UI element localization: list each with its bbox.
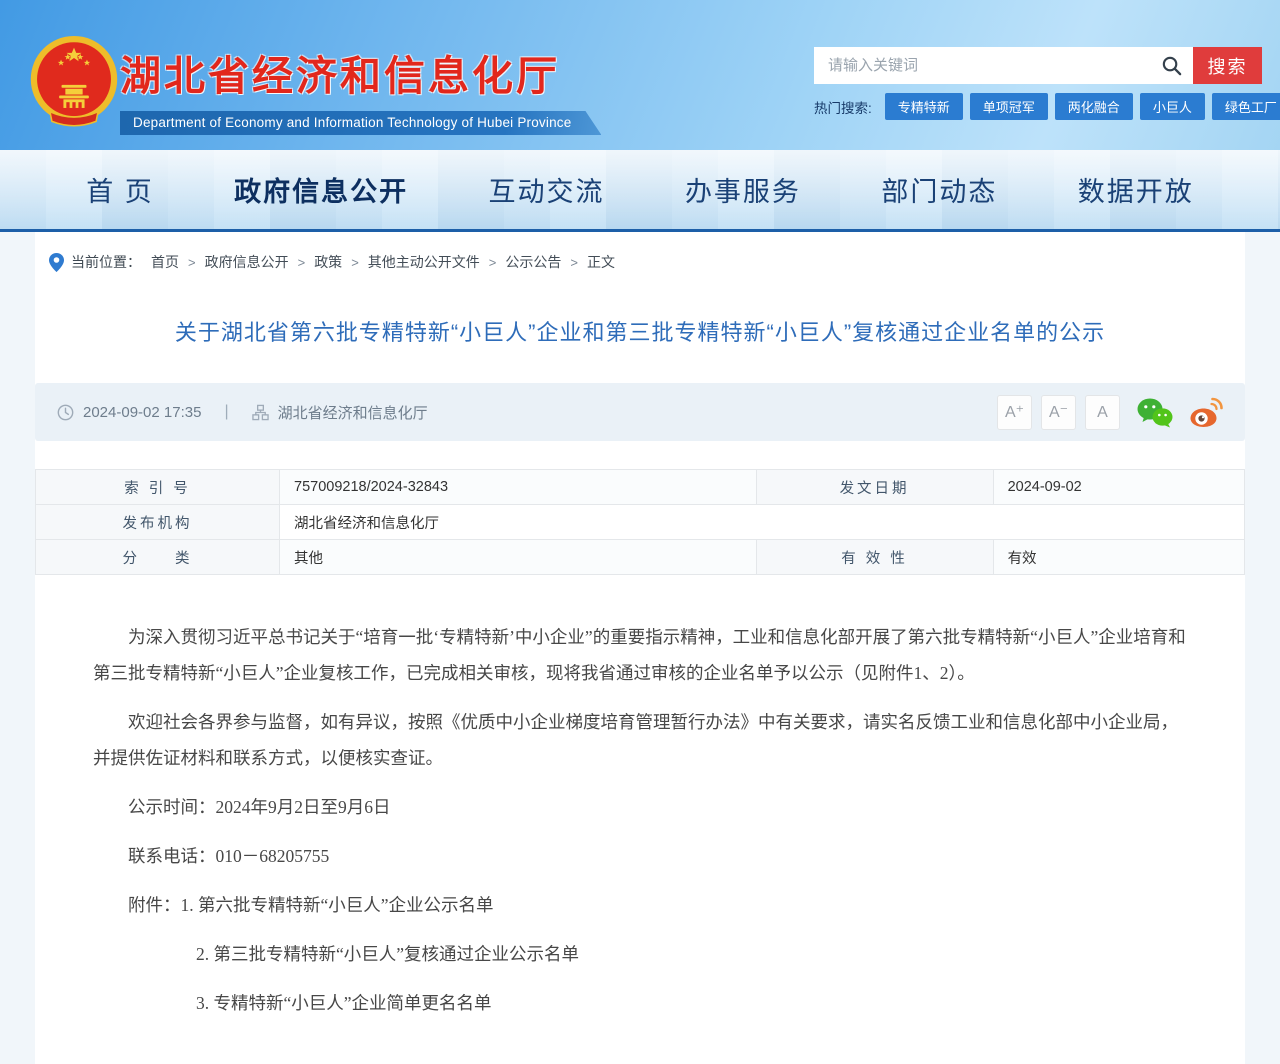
- breadcrumb-item-announcements[interactable]: 公示公告: [505, 252, 561, 272]
- search-input[interactable]: [814, 47, 1193, 84]
- breadcrumb-item-other-open-docs[interactable]: 其他主动公开文件: [368, 252, 480, 272]
- font-size-decrease-button[interactable]: A⁻: [1041, 395, 1076, 430]
- table-row: 索 引 号 757009218/2024-32843 发文日期 2024-09-…: [36, 470, 1245, 505]
- attachment-item-2[interactable]: 2. 第三批专精特新“小巨人”复核通过企业公示名单: [93, 936, 1187, 972]
- hot-tag-lvsegongchang[interactable]: 绿色工厂: [1212, 93, 1280, 120]
- breadcrumb-label: 当前位置：: [71, 252, 141, 272]
- category-label: 分 类: [36, 540, 280, 575]
- publisher-label: 发布机构: [36, 505, 280, 540]
- font-size-increase-button[interactable]: A⁺: [997, 395, 1032, 430]
- issue-date-label: 发文日期: [756, 470, 993, 505]
- publisher-value: 湖北省经济和信息化厅: [280, 505, 1245, 540]
- breadcrumb-item-gov-info[interactable]: 政府信息公开: [205, 252, 289, 272]
- brand-block: 湖北省经济和信息化厅 Department of Economy and Inf…: [120, 42, 601, 135]
- site-subtitle: Department of Economy and Information Te…: [120, 111, 601, 135]
- validity-label: 有 效 性: [756, 540, 993, 575]
- index-number-value: 757009218/2024-32843: [280, 470, 757, 505]
- hot-search-label: 热门搜索:: [814, 97, 872, 117]
- article-body: 为深入贯彻习近平总书记关于“培育一批‘专精特新’中小企业”的重要指示精神，工业和…: [93, 619, 1187, 1021]
- breadcrumb-item-current: 正文: [587, 252, 615, 272]
- contact-phone-line: 联系电话：010－68205755: [93, 838, 1187, 874]
- breadcrumb-separator: >: [188, 255, 196, 270]
- page-title: 关于湖北省第六批专精特新“小巨人”企业和第三批专精特新“小巨人”复核通过企业名单…: [95, 315, 1185, 347]
- breadcrumb-item-home[interactable]: 首页: [151, 252, 179, 272]
- search-icon[interactable]: [1160, 54, 1183, 77]
- location-pin-icon: [49, 253, 64, 272]
- search-zone: 搜索 热门搜索: 专精特新 单项冠军 两化融合 小巨人 绿色工厂: [814, 47, 1262, 120]
- font-size-reset-button[interactable]: A: [1085, 395, 1120, 430]
- hot-tag-zhuanjingtexin[interactable]: 专精特新: [885, 93, 963, 120]
- main-nav: 首 页 政府信息公开 互动交流 办事服务 部门动态 数据开放: [0, 150, 1280, 232]
- nav-item-interaction[interactable]: 互动交流: [489, 170, 605, 209]
- category-value: 其他: [280, 540, 757, 575]
- hot-tag-danxiangguanjun[interactable]: 单项冠军: [970, 93, 1048, 120]
- source-org: 湖北省经济和信息化厅: [278, 402, 428, 423]
- hot-tag-xiaojuren[interactable]: 小巨人: [1140, 93, 1205, 120]
- hot-search-row: 热门搜索: 专精特新 单项冠军 两化融合 小巨人 绿色工厂: [814, 93, 1262, 120]
- breadcrumb-separator: >: [570, 255, 578, 270]
- breadcrumb-separator: >: [489, 255, 497, 270]
- site-title: 湖北省经济和信息化厅: [120, 42, 601, 102]
- nav-item-services[interactable]: 办事服务: [685, 170, 801, 209]
- issue-date-value: 2024-09-02: [993, 470, 1244, 505]
- clock-icon: [57, 404, 74, 421]
- breadcrumb: 当前位置： 首页 > 政府信息公开 > 政策 > 其他主动公开文件 > 公示公告…: [35, 232, 1245, 288]
- publish-datetime: 2024-09-02 17:35: [83, 404, 201, 421]
- paragraph-2: 欢迎社会各界参与监督，如有异议，按照《优质中小企业梯度培育管理暂行办法》中有关要…: [93, 704, 1187, 776]
- index-number-label: 索 引 号: [36, 470, 280, 505]
- breadcrumb-separator: >: [351, 255, 359, 270]
- publicity-period-line: 公示时间：2024年9月2日至9月6日: [93, 789, 1187, 825]
- table-row: 分 类 其他 有 效 性 有效: [36, 540, 1245, 575]
- article-meta-bar: 2024-09-02 17:35 | 湖北省经济和信息化厅 A⁺ A⁻ A: [35, 383, 1245, 441]
- wechat-share-icon[interactable]: [1136, 397, 1173, 428]
- validity-value: 有效: [993, 540, 1244, 575]
- search-button[interactable]: 搜索: [1193, 47, 1262, 84]
- nav-item-gov-info[interactable]: 政府信息公开: [234, 170, 408, 209]
- table-row: 发布机构 湖北省经济和信息化厅: [36, 505, 1245, 540]
- nav-item-home[interactable]: 首 页: [86, 170, 154, 209]
- site-header: 湖北省经济和信息化厅 Department of Economy and Inf…: [0, 0, 1280, 150]
- paragraph-1: 为深入贯彻习近平总书记关于“培育一批‘专精特新’中小企业”的重要指示精神，工业和…: [93, 619, 1187, 691]
- weibo-share-icon[interactable]: [1189, 397, 1223, 428]
- hot-tag-lianghuaronghe[interactable]: 两化融合: [1055, 93, 1133, 120]
- nav-item-open-data[interactable]: 数据开放: [1078, 170, 1194, 209]
- document-info-table: 索 引 号 757009218/2024-32843 发文日期 2024-09-…: [35, 469, 1245, 575]
- breadcrumb-item-policy[interactable]: 政策: [314, 252, 342, 272]
- meta-divider: |: [224, 403, 228, 421]
- breadcrumb-separator: >: [298, 255, 306, 270]
- source-org-icon: [252, 404, 269, 421]
- national-emblem-logo: [26, 34, 122, 132]
- content-card: 当前位置： 首页 > 政府信息公开 > 政策 > 其他主动公开文件 > 公示公告…: [35, 232, 1245, 1064]
- attachment-item-1[interactable]: 附件：1. 第六批专精特新“小巨人”企业公示名单: [93, 887, 1187, 923]
- nav-item-department-news[interactable]: 部门动态: [881, 170, 997, 209]
